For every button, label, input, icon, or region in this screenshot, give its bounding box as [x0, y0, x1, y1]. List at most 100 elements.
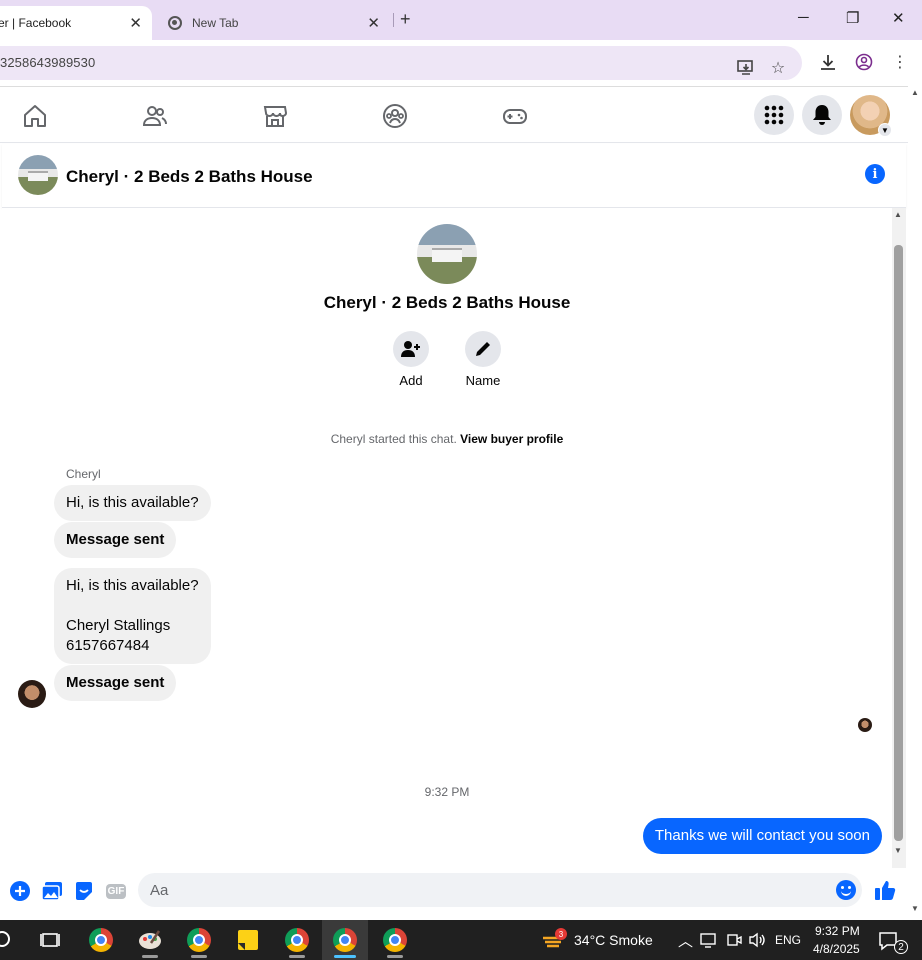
restore-icon[interactable]: ❐ [846, 9, 859, 27]
chrome-icon [168, 16, 182, 30]
scroll-down-icon[interactable]: ▼ [894, 846, 902, 855]
tab-title: New Tab [192, 16, 239, 30]
name-label: Name [465, 373, 501, 388]
chat-header: Cheryl · 2 Beds 2 Baths House i [2, 144, 906, 208]
scroll-up-icon[interactable]: ▲ [911, 88, 919, 97]
chrome-icon [187, 928, 211, 952]
add-people-action[interactable]: Add [381, 331, 441, 388]
sender-avatar[interactable] [18, 680, 46, 708]
message-composer: GIF [0, 868, 908, 920]
chat-messages: Cheryl · 2 Beds 2 Baths House Add Name C… [2, 208, 892, 868]
new-tab-icon[interactable]: + [400, 9, 411, 30]
page-scrollbar[interactable]: ▲ ▼ [908, 86, 922, 920]
message-bubble[interactable]: Message sent [54, 522, 177, 558]
taskbar-chrome[interactable] [78, 920, 124, 960]
sticky-notes-icon [238, 930, 258, 950]
windows-taskbar: 3 34°C Smoke ︿ ENG 9:32 PM 4/8/2025 2 [0, 920, 922, 960]
sticker-icon[interactable] [73, 880, 95, 902]
home-icon[interactable] [22, 103, 48, 129]
taskbar-chrome-profile-3[interactable] [372, 920, 418, 960]
outgoing-message-bubble[interactable]: Thanks we will contact you soon [642, 818, 882, 854]
chat-scrollbar[interactable]: ▲ ▼ [892, 208, 906, 868]
task-view-icon[interactable] [40, 930, 60, 955]
message-bubble[interactable]: Message sent [54, 665, 177, 701]
taskbar-chrome-profile[interactable] [176, 920, 222, 960]
scroll-thumb[interactable] [894, 245, 903, 841]
message-bubble[interactable]: Hi, is this available? [54, 485, 211, 521]
plus-icon[interactable] [9, 880, 31, 902]
info-icon[interactable]: i [865, 164, 885, 184]
menu-grid-button[interactable] [754, 95, 794, 135]
pencil-icon [465, 331, 501, 367]
tab-divider [393, 13, 394, 27]
thumbs-up-icon[interactable] [874, 879, 896, 901]
address-bar[interactable]: 3258643989530 ☆ [0, 46, 802, 80]
volume-icon[interactable] [748, 932, 766, 953]
sender-name: Cheryl [66, 467, 101, 481]
message-input[interactable] [138, 873, 818, 907]
add-label: Add [399, 373, 423, 388]
listing-photo [417, 224, 477, 284]
scroll-down-icon[interactable]: ▼ [911, 904, 919, 913]
clock-time[interactable]: 9:32 PM [815, 924, 860, 938]
tab-new-tab[interactable]: New Tab ✕ [160, 6, 390, 40]
close-window-icon[interactable]: ✕ [892, 9, 905, 27]
install-app-icon[interactable] [736, 58, 756, 78]
close-tab-icon[interactable]: ✕ [367, 14, 380, 32]
conversation-thumbnail[interactable] [18, 155, 58, 195]
network-icon[interactable] [700, 932, 718, 953]
gaming-icon[interactable] [502, 103, 528, 129]
message-timestamp: 9:32 PM [424, 785, 470, 799]
message-input-box[interactable] [138, 873, 862, 907]
taskbar-sticky-notes[interactable] [225, 920, 271, 960]
chevron-down-icon: ▼ [878, 123, 892, 137]
tab-title: er | Facebook [0, 16, 72, 30]
seen-avatar [858, 718, 872, 732]
profile-icon[interactable] [854, 52, 874, 72]
conversation-heading: Cheryl · 2 Beds 2 Baths House [323, 293, 571, 312]
clock-date[interactable]: 4/8/2025 [813, 942, 860, 956]
chevron-up-icon[interactable]: ︿ [678, 930, 693, 951]
downloads-icon[interactable] [818, 52, 838, 72]
taskbar-paint[interactable] [127, 920, 173, 960]
weather-text[interactable]: 34°C Smoke [574, 932, 653, 948]
search-icon[interactable] [0, 931, 10, 947]
account-avatar[interactable]: ▼ [850, 95, 892, 137]
menu-kebab-icon[interactable]: ⋮ [890, 52, 910, 72]
name-chat-action[interactable]: Name [453, 331, 513, 388]
url-text: 3258643989530 [0, 55, 96, 70]
emoji-icon[interactable] [836, 880, 856, 900]
scroll-up-icon[interactable]: ▲ [894, 210, 902, 219]
chrome-icon [285, 928, 309, 952]
minimize-icon[interactable]: ─ [798, 9, 809, 26]
bell-icon [813, 105, 831, 125]
gif-icon[interactable]: GIF [105, 880, 127, 902]
view-buyer-profile-link[interactable]: View buyer profile [460, 432, 563, 446]
facebook-top-nav: ▼ [0, 86, 908, 143]
marketplace-icon[interactable] [262, 103, 288, 129]
conversation-title[interactable]: Cheryl · 2 Beds 2 Baths House [66, 167, 313, 187]
message-bubble[interactable]: Hi, is this available? Cheryl Stallings … [54, 568, 211, 664]
tab-facebook[interactable]: er | Facebook ✕ [0, 6, 152, 40]
photo-icon[interactable] [41, 880, 63, 902]
bookmark-star-icon[interactable]: ☆ [768, 58, 788, 78]
groups-icon[interactable] [382, 103, 408, 129]
language-indicator[interactable]: ENG [775, 933, 801, 947]
chrome-icon [89, 928, 113, 952]
chat-started-notice: Cheryl started this chat. View buyer pro… [330, 432, 564, 446]
close-tab-icon[interactable]: ✕ [129, 14, 142, 32]
browser-toolbar: 3258643989530 ☆ ⋮ [0, 40, 922, 86]
paint-icon [139, 930, 161, 949]
taskbar-chrome-profile-2[interactable] [274, 920, 320, 960]
chrome-icon [333, 928, 357, 952]
chrome-icon [383, 928, 407, 952]
add-person-icon [393, 331, 429, 367]
weather-badge: 3 [555, 928, 567, 940]
notifications-button[interactable] [802, 95, 842, 135]
taskbar-chrome-active[interactable] [322, 920, 368, 960]
meet-now-icon[interactable] [726, 932, 742, 953]
grid-icon [764, 105, 784, 125]
friends-icon[interactable] [142, 103, 168, 129]
notification-count: 2 [894, 940, 908, 954]
browser-tab-strip: er | Facebook ✕ New Tab ✕ + ─ ❐ ✕ [0, 0, 922, 40]
